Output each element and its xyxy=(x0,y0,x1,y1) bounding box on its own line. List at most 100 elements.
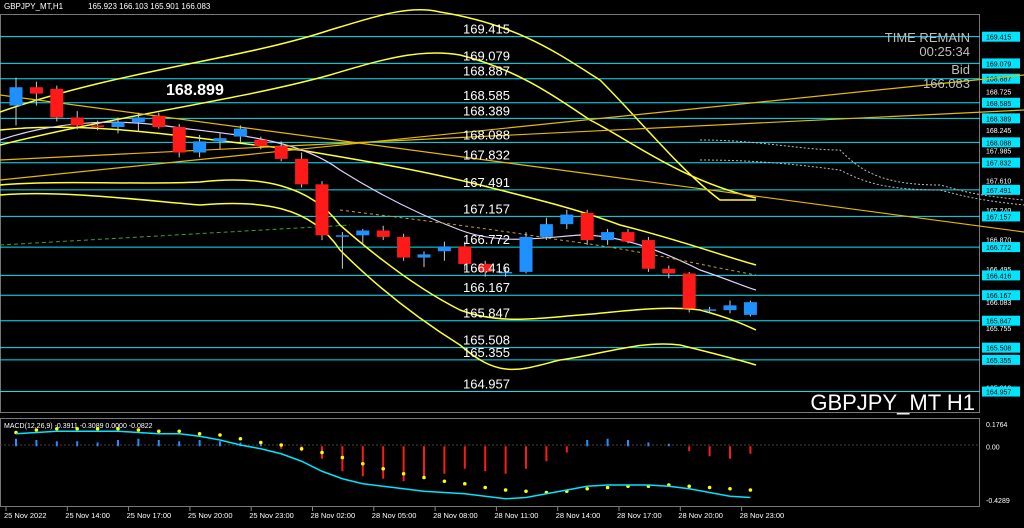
price-tick-label: 165.847 xyxy=(986,319,1011,326)
level-label: 167.157 xyxy=(463,201,510,216)
trading-chart[interactable]: 169.415 169.079 168.887 168.725 168.585 168.3… xyxy=(0,0,1024,523)
macd-signal-dot xyxy=(136,428,141,432)
level-label: 167.832 xyxy=(463,148,510,163)
candle-body xyxy=(233,128,247,137)
candle-body xyxy=(193,141,207,153)
level-label: 166.167 xyxy=(463,280,510,295)
candle-body xyxy=(437,246,451,252)
macd-signal-dot xyxy=(707,485,712,490)
candle-body xyxy=(723,305,737,311)
macd-signal-dot xyxy=(381,466,386,471)
candle-body xyxy=(172,127,186,153)
candle-body xyxy=(682,273,696,309)
price-tick-label: 167.832 xyxy=(986,161,1011,168)
bid-label: Bid xyxy=(951,62,970,77)
price-tick-label: 165.755 xyxy=(986,326,1011,333)
time-tick-label: 28 Nov 23:00 xyxy=(740,511,785,520)
macd-signal-dot xyxy=(197,431,202,436)
candle-body xyxy=(519,236,533,272)
macd-signal-dot xyxy=(361,461,365,466)
candle-body xyxy=(560,214,574,225)
candle-body xyxy=(601,232,615,241)
price-tick-label: 166.772 xyxy=(986,245,1011,252)
macd-signal-dot xyxy=(728,486,732,491)
ohlc-header: 165.923 166.103 165.901 166.083 xyxy=(88,2,211,11)
macd-tick-label: 0.00 xyxy=(986,444,1000,451)
price-tick-label: 165.508 xyxy=(986,346,1011,353)
time-tick-label: 28 Nov 11:00 xyxy=(494,511,538,520)
price-tick-label: 168.389 xyxy=(986,116,1011,123)
macd-signal-dot xyxy=(34,428,39,432)
level-label: 169.079 xyxy=(463,48,510,63)
candle-body xyxy=(335,235,349,237)
macd-signal-dot xyxy=(748,488,753,492)
candle-body xyxy=(29,87,43,94)
price-tick-label: 167.985 xyxy=(986,149,1011,156)
level-label: 169.415 xyxy=(463,22,510,37)
candle-body xyxy=(91,125,105,128)
candle-body xyxy=(295,158,309,185)
candle-body xyxy=(397,236,411,258)
candle-body xyxy=(539,224,553,237)
candle-body xyxy=(50,88,64,118)
macd-signal-dot xyxy=(585,486,589,491)
time-tick-label: 25 Nov 23:00 xyxy=(249,511,294,520)
price-tick-label: 169.079 xyxy=(986,61,1011,68)
macd-signal-dot xyxy=(259,440,263,445)
macd-signal-dot xyxy=(218,433,222,437)
price-tick-label: 168.088 xyxy=(986,140,1011,147)
macd-signal-dot xyxy=(422,475,426,480)
candle-body xyxy=(417,254,431,258)
candle-body xyxy=(376,230,390,237)
symbol-watermark: GBPJPY_MT H1 xyxy=(810,390,975,415)
candle-body xyxy=(274,146,288,159)
candle-body xyxy=(111,122,125,128)
macd-signal-dot xyxy=(75,426,79,431)
candle-body xyxy=(662,268,676,274)
macd-signal-dot xyxy=(442,479,447,484)
price-tick-label: 167.610 xyxy=(986,178,1011,185)
macd-signal-dot xyxy=(605,485,610,490)
level-label: 167.491 xyxy=(463,175,510,190)
highlight-level-label: 168.899 xyxy=(166,82,224,99)
macd-tick-label: 0.1764 xyxy=(986,422,1008,429)
macd-signal-dot xyxy=(95,426,100,431)
price-tick-label: 168.585 xyxy=(986,101,1011,108)
chart-svg: 169.415169.079168.887168.725168.585168.3… xyxy=(0,0,1024,523)
macd-signal-dot xyxy=(116,426,120,431)
price-tick-label: 167.491 xyxy=(986,188,1011,195)
candle-body xyxy=(356,230,370,236)
level-label: 168.389 xyxy=(463,103,510,118)
time-tick-label: 28 Nov 14:00 xyxy=(556,511,601,520)
level-label: 165.355 xyxy=(463,345,510,360)
macd-signal-dot xyxy=(157,429,161,434)
time-tick-label: 28 Nov 17:00 xyxy=(617,511,662,520)
level-label: 168.887 xyxy=(463,64,510,79)
candle-body xyxy=(580,213,594,241)
candle-body xyxy=(315,184,329,236)
candle-body xyxy=(131,117,145,123)
level-label: 166.772 xyxy=(463,232,510,247)
time-remain-value: 00:25:34 xyxy=(919,44,970,59)
level-label: 164.957 xyxy=(463,377,510,392)
time-tick-label: 25 Nov 14:00 xyxy=(65,511,110,520)
level-label: 165.847 xyxy=(463,306,510,321)
macd-signal-dot xyxy=(483,485,488,490)
price-tick-label: 168.245 xyxy=(986,128,1011,135)
price-tick-label: 168.725 xyxy=(986,90,1011,97)
time-tick-label: 28 Nov 08:00 xyxy=(433,511,478,520)
time-tick-label: 28 Nov 20:00 xyxy=(678,511,723,520)
time-tick-label: 28 Nov 05:00 xyxy=(372,511,417,520)
macd-signal-dot xyxy=(463,481,467,486)
level-labels: 169.415 169.079168.887 168.585168.389 168.0… xyxy=(463,22,510,392)
time-remain-label: TIME REMAIN xyxy=(885,30,970,45)
time-tick-label: 28 Nov 02:00 xyxy=(311,511,356,520)
symbol-header: GBPJPY_MT,H1 xyxy=(4,2,64,11)
price-tick-label: 165.355 xyxy=(986,358,1011,365)
time-tick-label: 25 Nov 17:00 xyxy=(127,511,172,520)
bid-value: 166.083 xyxy=(923,76,970,91)
macd-signal-dot xyxy=(55,426,59,431)
price-tick-label: 167.157 xyxy=(986,214,1011,221)
macd-signal-dot xyxy=(340,455,345,460)
macd-signal-dot xyxy=(401,471,406,476)
